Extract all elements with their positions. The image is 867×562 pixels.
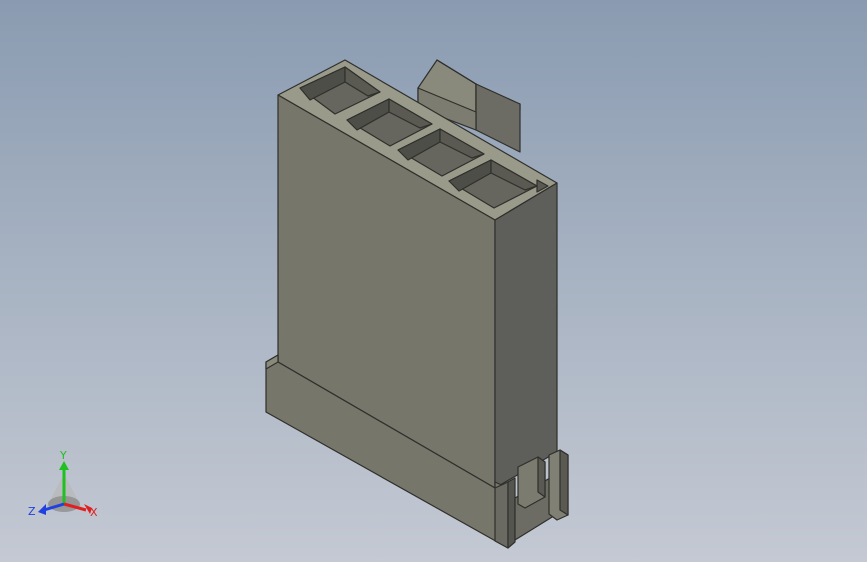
z-axis-label: Z	[28, 505, 36, 518]
housing-side-face	[494, 182, 558, 489]
graphics-viewport[interactable]: Y X Z	[0, 0, 867, 562]
connector-housing-model[interactable]	[0, 0, 867, 562]
axis-triad[interactable]: Y X Z	[24, 446, 104, 526]
x-axis-label: X	[90, 506, 98, 519]
y-axis-label: Y	[59, 449, 67, 462]
